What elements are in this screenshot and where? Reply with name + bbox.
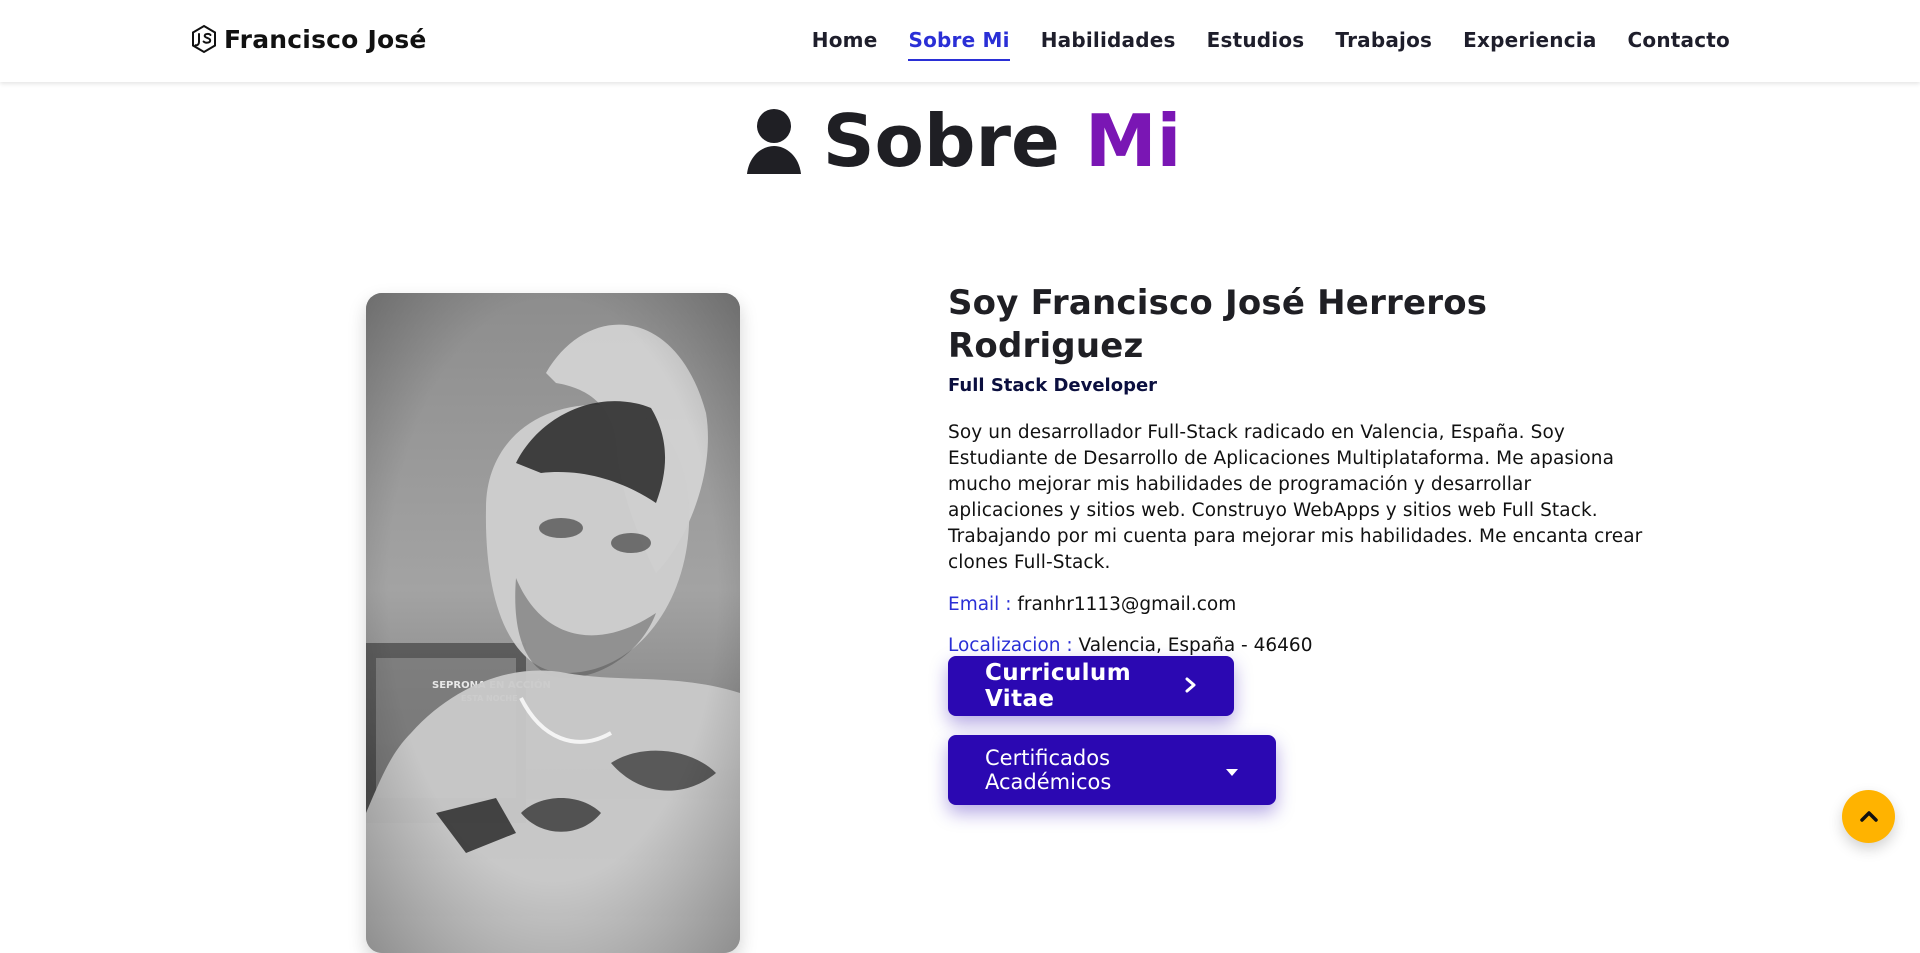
nav-sobre-mi[interactable]: Sobre Mi (908, 28, 1010, 61)
profile-photo: SEPRONA EN ACCIÓN ESTA NOCHE (366, 293, 740, 953)
section-heading: Sobre Mi (0, 96, 1920, 186)
title-prefix: Sobre (822, 99, 1060, 183)
about-name: Soy Francisco José Herreros Rodriguez (948, 283, 1488, 366)
academic-certificates-button[interactable]: Certificados Académicos (948, 735, 1276, 805)
nav-contacto[interactable]: Contacto (1628, 28, 1730, 59)
chevron-right-icon (1183, 676, 1197, 696)
about-content: Soy Francisco José Herreros Rodriguez Fu… (948, 282, 1648, 805)
brand-link[interactable]: Francisco José (190, 24, 427, 54)
location-label: Localizacion : (948, 635, 1073, 656)
about-bio: Soy un desarrollador Full-Stack radicado… (948, 422, 1643, 573)
caret-down-icon (1225, 760, 1239, 780)
curriculum-vitae-label: Curriculum Vitae (985, 660, 1132, 712)
email-value: franhr1113@gmail.com (1017, 594, 1237, 615)
contact-location: Localizacion : Valencia, España - 46460 (948, 635, 1648, 656)
academic-certificates-label: Certificados Académicos (985, 746, 1112, 794)
about-role: Full Stack Developer (948, 375, 1158, 396)
curriculum-vitae-button[interactable]: Curriculum Vitae (948, 656, 1234, 716)
page-title: Sobre Mi (823, 105, 1182, 177)
location-value: Valencia, España - 46460 (1078, 635, 1313, 656)
contact-email: Email : franhr1113@gmail.com (948, 594, 1648, 615)
nav-home[interactable]: Home (812, 28, 878, 59)
nav-experiencia[interactable]: Experiencia (1463, 28, 1596, 59)
node-js-hexagon-icon (190, 24, 218, 54)
site-header: Francisco José Home Sobre Mi Habilidades… (0, 0, 1920, 82)
title-accent: Mi (1084, 99, 1182, 183)
chevron-up-icon (1859, 804, 1878, 829)
back-to-top-button[interactable] (1842, 790, 1895, 843)
main-nav: Home Sobre Mi Habilidades Estudios Traba… (812, 28, 1730, 61)
user-icon (739, 104, 809, 178)
nav-trabajos[interactable]: Trabajos (1335, 28, 1432, 59)
nav-habilidades[interactable]: Habilidades (1041, 28, 1176, 59)
nav-estudios[interactable]: Estudios (1207, 28, 1305, 59)
brand-name: Francisco José (224, 24, 427, 54)
email-label: Email : (948, 594, 1012, 615)
